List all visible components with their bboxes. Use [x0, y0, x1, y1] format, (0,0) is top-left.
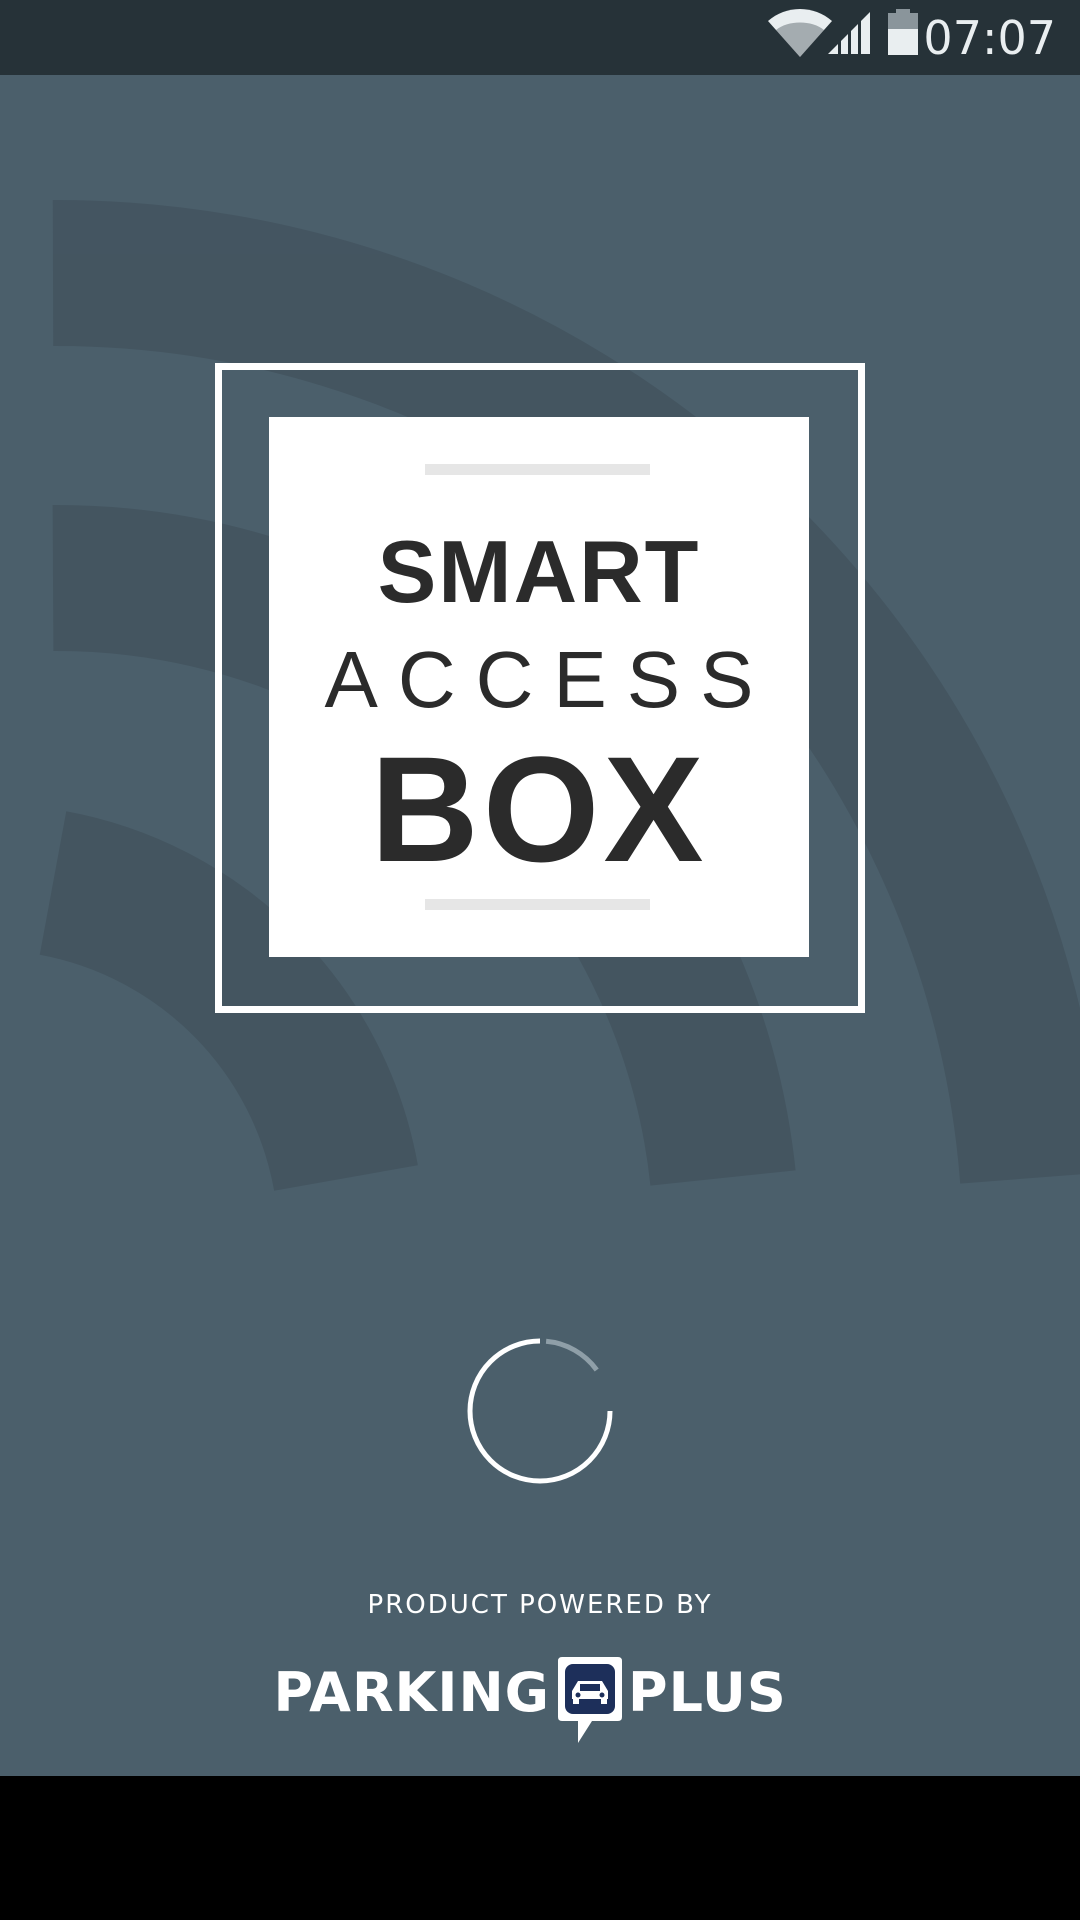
- status-time: 07:07: [923, 11, 1056, 65]
- smart-access-box-logo: SMART ACCESS BOX: [269, 417, 809, 957]
- navigation-bar: [0, 1776, 1080, 1920]
- powered-by-label: PRODUCT POWERED BY: [367, 1590, 713, 1620]
- logo-text-smart: SMART: [377, 522, 701, 621]
- screen: 07:07 SMART ACCESS BOX PRODUCT POWERED B…: [0, 0, 1080, 1920]
- logo-divider-top: [425, 464, 650, 475]
- status-bar: 07:07: [0, 0, 1080, 75]
- car-badge-icon: [558, 1657, 622, 1743]
- signal-icon: [828, 12, 870, 54]
- parking-plus-logo: PARKING PLUS: [0, 1655, 1080, 1747]
- brand-text-parking: PARKING: [273, 1661, 550, 1724]
- loading-spinner-icon: [467, 1338, 613, 1484]
- battery-icon: [888, 9, 918, 55]
- splash-screen: SMART ACCESS BOX PRODUCT POWERED BY PARK…: [0, 75, 1080, 1776]
- logo-text-access: ACCESS: [324, 635, 774, 724]
- logo-text-box: BOX: [370, 725, 708, 893]
- logo-divider-bottom: [425, 899, 650, 910]
- brand-text-plus: PLUS: [628, 1661, 787, 1724]
